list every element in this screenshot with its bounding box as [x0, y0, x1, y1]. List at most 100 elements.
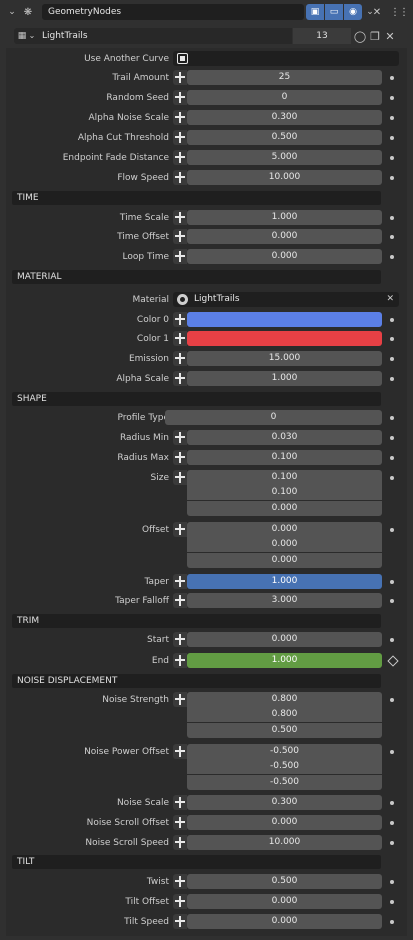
keyframe-dot-icon[interactable]	[390, 698, 394, 702]
attribute-toggle-icon[interactable]	[173, 835, 187, 850]
size-z-field[interactable]: 0.000	[187, 501, 382, 516]
taper-field[interactable]: 1.000	[187, 574, 382, 589]
attribute-toggle-icon[interactable]	[173, 351, 187, 366]
duplicate-icon[interactable]: ❐	[368, 29, 382, 43]
offset-y-field[interactable]: 0.000	[187, 537, 382, 552]
profile-type-field[interactable]: 0	[165, 410, 382, 425]
time-scale-field[interactable]: 1.000	[187, 210, 382, 225]
noise-displacement-section-header[interactable]: NOISE DISPLACEMENT	[12, 674, 381, 688]
tilt-speed-field[interactable]: 0.000	[187, 914, 382, 929]
attribute-toggle-icon[interactable]	[173, 874, 187, 889]
keyframe-dot-icon[interactable]	[390, 801, 394, 805]
time-offset-field[interactable]: 0.000	[187, 229, 382, 244]
material-section-header[interactable]: MATERIAL	[12, 270, 381, 284]
keyframe-dot-icon[interactable]	[390, 96, 394, 100]
noise-strength-z-field[interactable]: 0.500	[187, 723, 382, 738]
keyframe-dot-icon[interactable]	[390, 841, 394, 845]
attribute-toggle-icon[interactable]	[173, 90, 187, 105]
attribute-toggle-icon[interactable]	[173, 210, 187, 225]
attribute-toggle-icon[interactable]	[173, 70, 187, 85]
trim-section-header[interactable]: TRIM	[12, 614, 381, 628]
user-count[interactable]: 13	[293, 28, 351, 44]
attribute-toggle-icon[interactable]	[173, 312, 187, 327]
tilt-section-header[interactable]: TILT	[12, 855, 381, 869]
color1-swatch[interactable]	[187, 331, 382, 346]
clear-material-button[interactable]: ✕	[386, 292, 394, 307]
keyframe-dot-icon[interactable]	[390, 599, 394, 603]
keyframe-dot-icon[interactable]	[390, 76, 394, 80]
keyframe-dot-icon[interactable]	[390, 750, 394, 754]
random-seed-field[interactable]: 0	[187, 90, 382, 105]
time-section-header[interactable]: TIME	[12, 191, 381, 205]
endpoint-fade-distance-field[interactable]: 5.000	[187, 150, 382, 165]
taper-falloff-field[interactable]: 3.000	[187, 593, 382, 608]
keyframe-dot-icon[interactable]	[390, 357, 394, 361]
attribute-toggle-icon[interactable]	[173, 110, 187, 125]
end-field[interactable]: 1.000	[187, 653, 382, 668]
collapse-chevron-icon[interactable]: ⌄	[6, 5, 18, 19]
attribute-toggle-icon[interactable]	[173, 130, 187, 145]
twist-field[interactable]: 0.500	[187, 874, 382, 889]
drag-handle-icon[interactable]: ⋮⋮	[390, 5, 409, 19]
keyframe-diamond-icon[interactable]	[387, 655, 399, 667]
attribute-toggle-icon[interactable]	[173, 150, 187, 165]
alpha-scale-field[interactable]: 1.000	[187, 371, 382, 386]
keyframe-dot-icon[interactable]	[390, 880, 394, 884]
keyframe-dot-icon[interactable]	[390, 456, 394, 460]
trail-amount-field[interactable]: 25	[187, 70, 382, 85]
attribute-toggle-icon[interactable]	[173, 249, 187, 264]
edit-mode-toggle[interactable]: ▣	[306, 4, 324, 20]
keyframe-dot-icon[interactable]	[390, 156, 394, 160]
keyframe-dot-icon[interactable]	[390, 377, 394, 381]
flow-speed-field[interactable]: 10.000	[187, 170, 382, 185]
attribute-toggle-icon[interactable]	[173, 574, 187, 589]
unlink-icon[interactable]: ✕	[383, 29, 397, 43]
alpha-cut-threshold-field[interactable]: 0.500	[187, 130, 382, 145]
start-field[interactable]: 0.000	[187, 632, 382, 647]
keyframe-dot-icon[interactable]	[390, 337, 394, 341]
shape-section-header[interactable]: SHAPE	[12, 392, 381, 406]
viewport-toggle[interactable]: ▭	[325, 4, 343, 20]
noise-scroll-speed-field[interactable]: 10.000	[187, 835, 382, 850]
use-another-curve-field[interactable]	[173, 51, 399, 66]
attribute-toggle-icon[interactable]	[173, 229, 187, 244]
tilt-offset-field[interactable]: 0.000	[187, 894, 382, 909]
material-selector[interactable]: LightTrails ✕	[173, 292, 399, 307]
noise-scroll-offset-field[interactable]: 0.000	[187, 815, 382, 830]
attribute-toggle-icon[interactable]	[173, 653, 187, 668]
keyframe-dot-icon[interactable]	[390, 528, 394, 532]
alpha-noise-scale-field[interactable]: 0.300	[187, 110, 382, 125]
render-toggle[interactable]: ◉	[344, 4, 362, 20]
keyframe-dot-icon[interactable]	[390, 235, 394, 239]
keyframe-dot-icon[interactable]	[390, 436, 394, 440]
keyframe-dot-icon[interactable]	[390, 176, 394, 180]
fake-user-shield-icon[interactable]: ◯	[353, 29, 367, 43]
keyframe-dot-icon[interactable]	[390, 216, 394, 220]
radius-min-field[interactable]: 0.030	[187, 430, 382, 445]
keyframe-dot-icon[interactable]	[390, 318, 394, 322]
noise-power-offset-y-field[interactable]: -0.500	[187, 759, 382, 774]
attribute-toggle-icon[interactable]	[173, 593, 187, 608]
modifier-name-input[interactable]: GeometryNodes	[42, 4, 304, 20]
noise-strength-y-field[interactable]: 0.800	[187, 707, 382, 722]
attribute-toggle-icon[interactable]	[173, 815, 187, 830]
attribute-toggle-icon[interactable]	[173, 371, 187, 386]
attribute-toggle-icon[interactable]	[173, 430, 187, 445]
attribute-toggle-icon[interactable]	[173, 914, 187, 929]
keyframe-dot-icon[interactable]	[390, 476, 394, 480]
attribute-toggle-icon[interactable]	[173, 331, 187, 346]
keyframe-dot-icon[interactable]	[390, 638, 394, 642]
noise-power-offset-z-field[interactable]: -0.500	[187, 775, 382, 790]
attribute-toggle-icon[interactable]	[173, 894, 187, 909]
checkbox-icon[interactable]	[177, 53, 188, 64]
radius-max-field[interactable]: 0.100	[187, 450, 382, 465]
keyframe-dot-icon[interactable]	[390, 416, 394, 420]
keyframe-dot-icon[interactable]	[390, 116, 394, 120]
keyframe-dot-icon[interactable]	[390, 136, 394, 140]
attribute-toggle-icon[interactable]	[173, 795, 187, 810]
node-group-selector[interactable]: ▦ ⌄ LightTrails	[14, 28, 292, 44]
keyframe-dot-icon[interactable]	[390, 580, 394, 584]
loop-time-field[interactable]: 0.000	[187, 249, 382, 264]
keyframe-dot-icon[interactable]	[390, 920, 394, 924]
offset-z-field[interactable]: 0.000	[187, 553, 382, 568]
